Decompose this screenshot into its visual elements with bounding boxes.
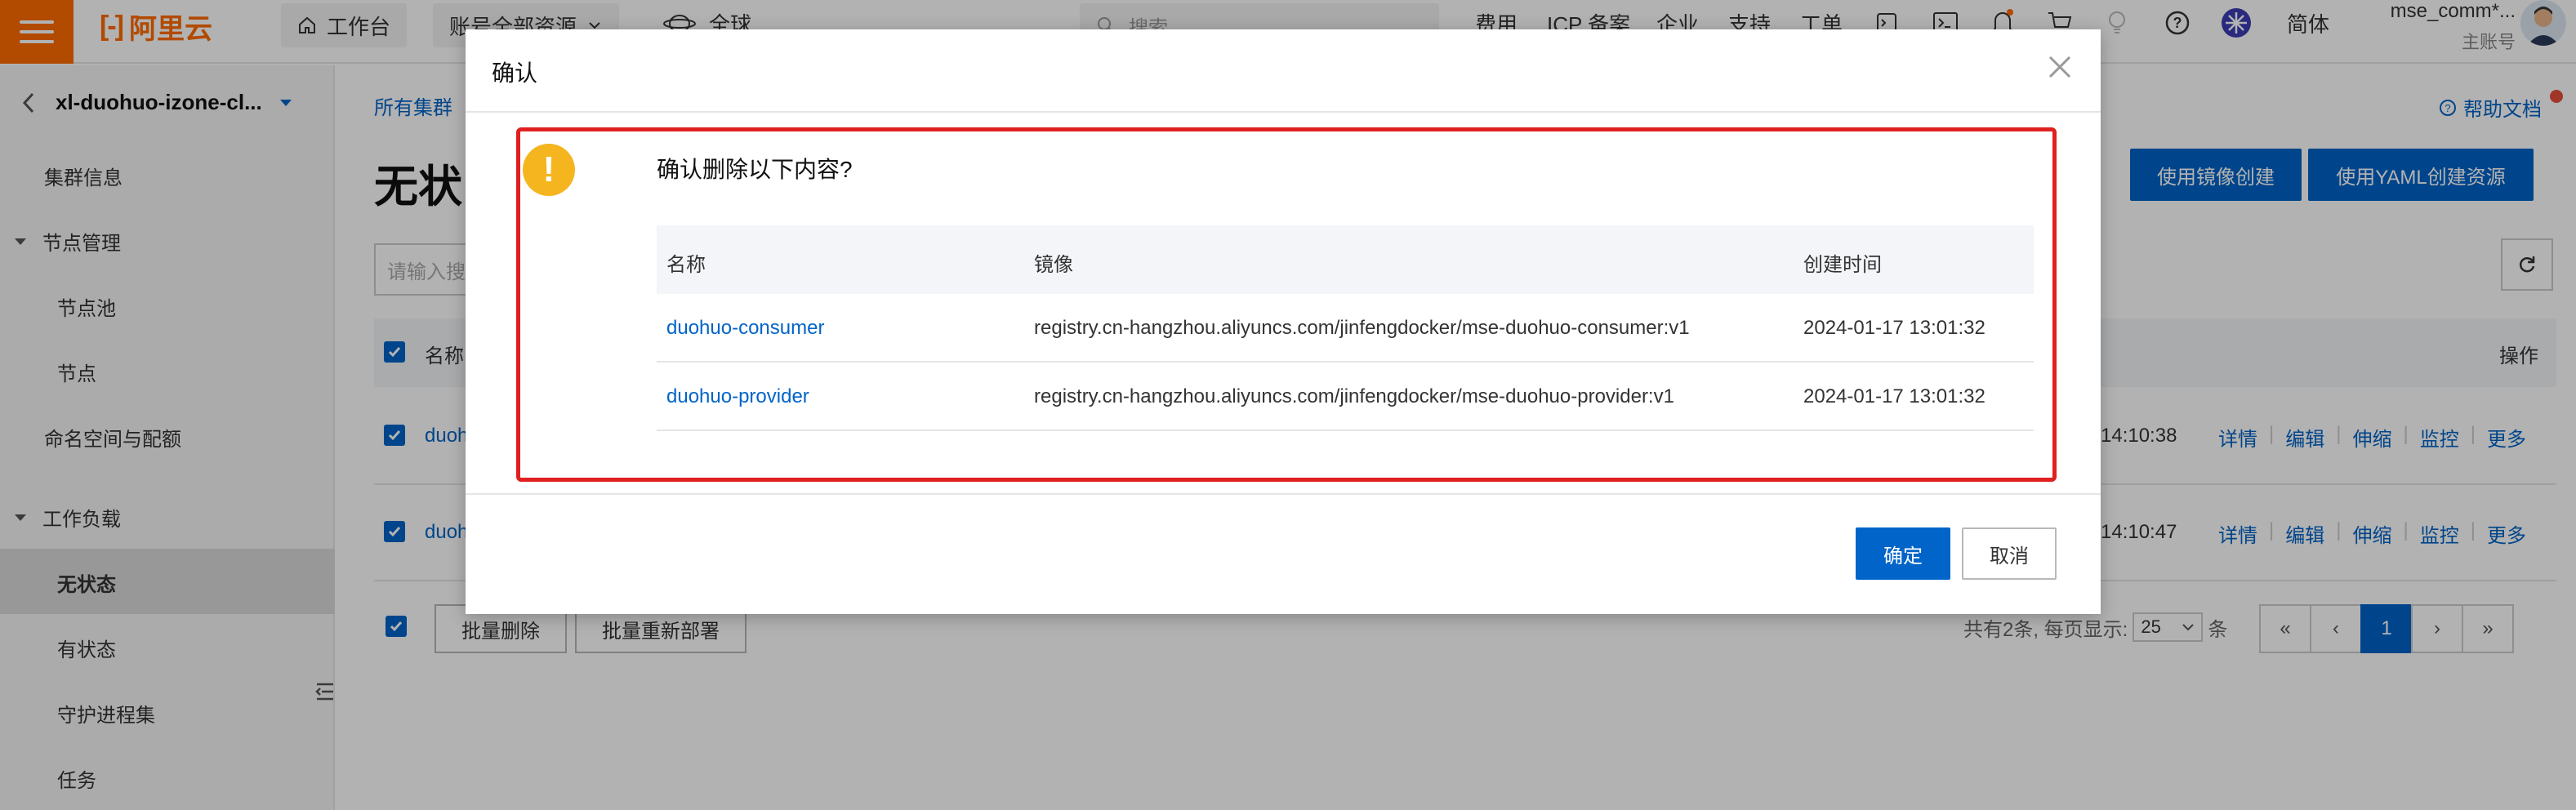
confirm-button[interactable]: 确定	[1856, 527, 1950, 580]
deployment-name-link[interactable]: duohuo-provider	[666, 385, 809, 408]
deployment-name-link[interactable]: duohuo-consumer	[666, 317, 824, 340]
dialog-header-divider	[466, 111, 2101, 113]
deployment-created-time: 2024-01-17 13:01:32	[1803, 385, 1985, 407]
warning-icon: !	[523, 144, 575, 196]
dialog-footer-divider	[466, 493, 2101, 495]
dialog-table-header: 名称 镜像 创建时间	[657, 225, 2034, 294]
column-header-image: 镜像	[1034, 254, 1073, 276]
delete-items-table: 名称 镜像 创建时间 duohuo-consumer registry.cn-h…	[657, 225, 2034, 431]
column-header-name: 名称	[666, 254, 706, 276]
dialog-table-row: duohuo-provider registry.cn-hangzhou.ali…	[657, 363, 2034, 431]
confirm-dialog: 确认 ! 确认删除以下内容? 名称 镜像 创建时间 duohuo-consume…	[466, 29, 2101, 614]
cancel-button[interactable]: 取消	[1962, 527, 2057, 580]
confirm-question: 确认删除以下内容?	[657, 157, 853, 182]
deployment-created-time: 2024-01-17 13:01:32	[1803, 317, 1985, 339]
column-header-created: 创建时间	[1803, 254, 1882, 276]
deployment-image: registry.cn-hangzhou.aliyuncs.com/jinfen…	[1034, 317, 1690, 339]
dialog-title: 确认	[492, 60, 538, 86]
dialog-table-row: duohuo-consumer registry.cn-hangzhou.ali…	[657, 294, 2034, 363]
close-icon[interactable]	[2045, 52, 2075, 82]
deployment-image: registry.cn-hangzhou.aliyuncs.com/jinfen…	[1034, 385, 1674, 407]
